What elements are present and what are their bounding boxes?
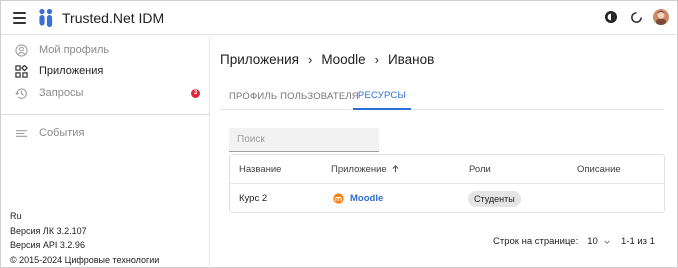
refresh-icon[interactable] bbox=[628, 9, 644, 25]
pagination-range: 1-1 из 1 bbox=[621, 236, 655, 247]
event-list-icon bbox=[15, 129, 28, 137]
sidebar-item-my-profile[interactable]: Мой профиль bbox=[1, 39, 210, 61]
version-api: Версия API 3.2.96 bbox=[10, 240, 85, 250]
sidebar-divider bbox=[1, 114, 210, 115]
history-icon bbox=[15, 87, 27, 99]
search-input[interactable] bbox=[229, 128, 379, 152]
account-circle-icon bbox=[15, 43, 28, 57]
top-bar: Trusted.Net IDM bbox=[1, 1, 678, 35]
logo-icon bbox=[39, 8, 53, 27]
rows-per-page-select[interactable]: 10 bbox=[587, 236, 611, 247]
table-header: Название Приложение Роли Описание bbox=[230, 155, 664, 184]
column-header-app[interactable]: Приложение bbox=[331, 155, 400, 184]
column-header-description[interactable]: Описание bbox=[577, 155, 621, 184]
copyright: © 2015-2024 Цифровые технологии bbox=[10, 254, 160, 265]
sidebar-item-label: События bbox=[39, 127, 85, 139]
sidebar-item-events[interactable]: События bbox=[1, 122, 210, 144]
breadcrumb-item-applications[interactable]: Приложения bbox=[220, 52, 299, 67]
theme-toggle-icon[interactable] bbox=[603, 9, 619, 25]
breadcrumb: Приложения › Moodle › Иванов bbox=[220, 52, 434, 67]
sidebar-item-label: Приложения bbox=[39, 65, 104, 77]
moodle-logo-icon bbox=[333, 193, 344, 204]
chevron-right-icon: › bbox=[307, 52, 313, 67]
resources-table: Название Приложение Роли Описание Курс 2… bbox=[229, 154, 665, 213]
menu-icon[interactable] bbox=[13, 12, 26, 24]
sidebar: Мой профиль Приложения Запросы 3 События… bbox=[1, 36, 210, 268]
sidebar-item-label: Мой профиль bbox=[39, 44, 110, 56]
rows-per-page: Строк на странице: 10 bbox=[493, 236, 611, 247]
column-header-name[interactable]: Название bbox=[239, 155, 281, 184]
apps-grid-icon bbox=[15, 64, 28, 78]
app-link[interactable]: Moodle bbox=[350, 193, 383, 204]
requests-count-badge: 3 bbox=[191, 88, 200, 98]
breadcrumb-item-user: Иванов bbox=[387, 52, 435, 67]
chevron-right-icon: › bbox=[374, 52, 379, 67]
cell-roles: Студенты bbox=[468, 184, 521, 213]
sidebar-item-applications[interactable]: Приложения bbox=[1, 60, 210, 82]
app-window: Trusted.Net IDM Мой профиль Приложения З… bbox=[0, 0, 678, 268]
sort-arrow-up-icon bbox=[392, 165, 399, 173]
app-title: Trusted.Net IDM bbox=[62, 10, 165, 26]
tab-user-profile[interactable]: Профиль пользователя bbox=[229, 83, 359, 110]
cell-name: Курс 2 bbox=[239, 193, 268, 204]
cell-app: Moodle bbox=[333, 184, 383, 213]
sidebar-item-requests[interactable]: Запросы 3 bbox=[1, 82, 210, 104]
language-switch[interactable]: Ru bbox=[10, 209, 159, 224]
tab-bar: Профиль пользователя Ресурсы bbox=[220, 83, 664, 110]
chevron-down-icon bbox=[604, 239, 610, 244]
sidebar-footer: Ru Версия ЛК 3.2.107 Версия API 3.2.96 ©… bbox=[10, 209, 159, 267]
column-header-roles[interactable]: Роли bbox=[469, 155, 491, 184]
table-row[interactable]: Курс 2 Moodle Студенты bbox=[230, 184, 664, 213]
role-chip: Студенты bbox=[468, 190, 521, 207]
breadcrumb-item-app[interactable]: Moodle bbox=[321, 52, 365, 67]
rows-per-page-label: Строк на странице: bbox=[493, 236, 579, 247]
tab-resources[interactable]: Ресурсы bbox=[353, 83, 411, 110]
version-lk: Версия ЛК 3.2.107 bbox=[10, 225, 87, 236]
avatar[interactable] bbox=[653, 9, 669, 25]
sidebar-item-label: Запросы bbox=[39, 87, 84, 99]
